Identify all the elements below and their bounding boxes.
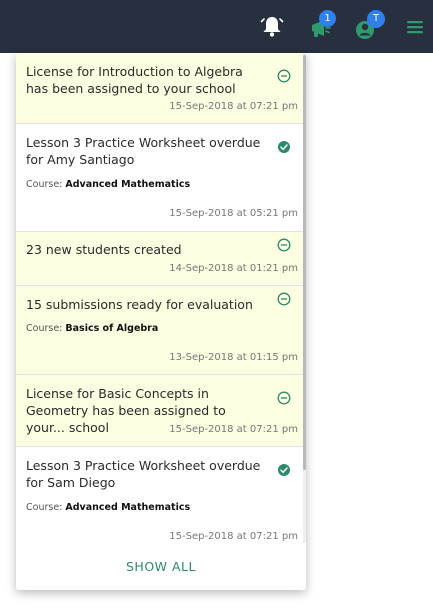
notification-message: Lesson 3 Practice Worksheet overdue for … — [26, 458, 261, 490]
notification-timestamp: 15-Sep-2018 at 07:21 pm — [169, 101, 298, 112]
bell-icon[interactable] — [258, 11, 286, 41]
notification-item[interactable]: 23 new students created 14-Sep-2018 at 0… — [16, 232, 303, 286]
notification-item[interactable]: Lesson 3 Practice Worksheet overdue for … — [16, 124, 303, 232]
unread-status-icon[interactable] — [277, 291, 291, 306]
notifications-dropdown: License for Introduction to Algebra has … — [16, 53, 306, 590]
notification-course: Course: Basics of Algebra — [26, 323, 158, 334]
notification-list: License for Introduction to Algebra has … — [16, 53, 303, 555]
notification-message: License for Introduction to Algebra has … — [26, 64, 243, 96]
read-check-icon — [277, 462, 291, 476]
notification-item[interactable]: 15 submissions ready for evaluation Cour… — [16, 286, 303, 375]
notification-message: 23 new students created — [26, 242, 182, 257]
unread-status-icon[interactable] — [277, 390, 291, 405]
read-check-icon — [277, 139, 291, 153]
notification-message: Lesson 3 Practice Worksheet overdue for … — [26, 135, 261, 167]
unread-status-icon[interactable] — [277, 68, 291, 83]
user-icon[interactable]: T — [353, 10, 385, 41]
notification-timestamp: 13-Sep-2018 at 01:15 pm — [169, 352, 298, 363]
top-navigation-bar: 1 T — [0, 0, 433, 53]
course-name: Basics of Algebra — [65, 323, 159, 334]
notification-scrollbar[interactable] — [303, 53, 306, 543]
announcement-count-badge: 1 — [319, 10, 336, 27]
notification-timestamp: 15-Sep-2018 at 07:21 pm — [169, 531, 298, 542]
notification-item[interactable]: Lesson 3 Practice Worksheet overdue for … — [16, 447, 303, 555]
unread-status-icon[interactable] — [277, 237, 291, 252]
show-all-button[interactable]: SHOW ALL — [16, 544, 306, 590]
course-label: Course: — [26, 502, 63, 513]
notification-timestamp: 14-Sep-2018 at 01:21 pm — [169, 263, 298, 274]
course-label: Course: — [26, 323, 63, 334]
user-avatar-badge: T — [367, 10, 385, 28]
course-name: Advanced Mathematics — [65, 179, 191, 190]
notification-course: Course: Advanced Mathematics — [26, 502, 190, 513]
course-name: Advanced Mathematics — [65, 502, 191, 513]
notification-message: 15 submissions ready for evaluation — [26, 297, 253, 312]
megaphone-icon[interactable]: 1 — [307, 10, 336, 41]
notification-timestamp: 15-Sep-2018 at 05:21 pm — [169, 208, 298, 219]
notification-item[interactable]: License for Introduction to Algebra has … — [16, 53, 303, 124]
hamburger-menu-icon[interactable] — [404, 11, 428, 41]
notification-timestamp: 15-Sep-2018 at 07:21 pm — [169, 424, 298, 435]
notification-course: Course: Advanced Mathematics — [26, 179, 190, 190]
course-label: Course: — [26, 179, 63, 190]
notification-item[interactable]: License for Basic Concepts in Geometry h… — [16, 375, 303, 447]
scrollbar-thumb[interactable] — [303, 55, 306, 470]
